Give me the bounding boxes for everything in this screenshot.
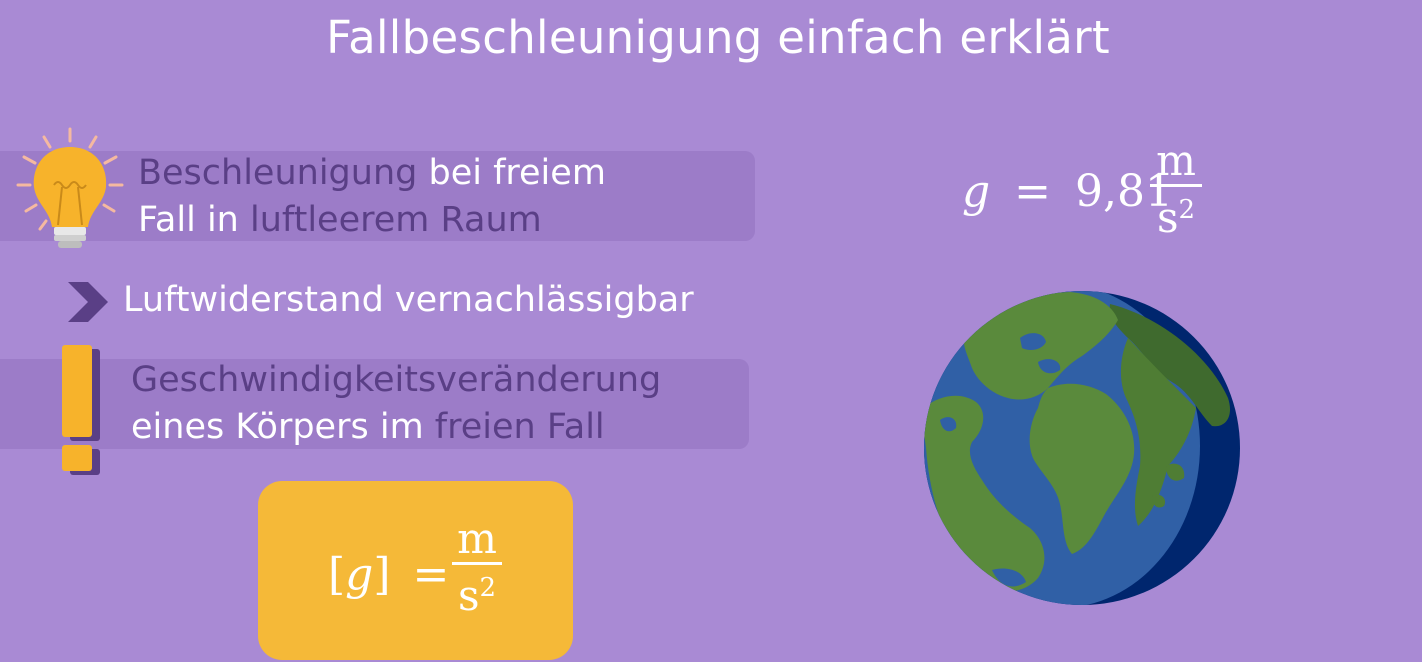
text-eines-koerpers: eines Körpers im (131, 407, 435, 447)
chevron-right-icon (68, 282, 108, 322)
bracket-right: ] (373, 549, 391, 600)
equals-sign: = (1014, 166, 1052, 217)
lightbulb-icon (16, 127, 124, 248)
unit-numerator: m (457, 514, 497, 563)
exclamation-icon (62, 345, 100, 475)
explanation-line-1: Geschwindigkeitsveränderung (131, 360, 662, 400)
gravity-unit-numerator: m (1156, 136, 1196, 185)
unit-formula: [g] = (328, 548, 449, 602)
symbol-g: g (962, 166, 991, 217)
text-beschleunigung: Beschleunigung (138, 153, 418, 193)
bracket-left: [ (328, 549, 346, 600)
text-luftleerem-raum: luftleerem Raum (249, 200, 542, 240)
definition-line-2: Fall in luftleerem Raum (138, 198, 542, 242)
page-title: Fallbeschleunigung einfach erklärt (326, 11, 1110, 64)
note-line: Luftwiderstand vernachlässigbar (123, 280, 694, 320)
gravity-unit-fraction: m s2 (1150, 138, 1202, 241)
gravity-unit-denominator: s2 (1156, 193, 1196, 242)
gravity-formula: g = 9,81 (962, 165, 1173, 219)
equals-sign: = (412, 549, 450, 600)
earth-globe (924, 291, 1240, 605)
unit-denominator: s2 (457, 571, 497, 620)
symbol-g: g (345, 549, 374, 600)
definition-line-1: Beschleunigung bei freiem (138, 151, 606, 195)
unit-fraction: m s2 (452, 516, 502, 619)
text-freien-fall: freien Fall (434, 407, 605, 447)
explanation-line-2: eines Körpers im freien Fall (131, 405, 605, 449)
text-bei-freiem: bei freiem (417, 153, 606, 193)
text-fall-in: Fall in (138, 200, 250, 240)
